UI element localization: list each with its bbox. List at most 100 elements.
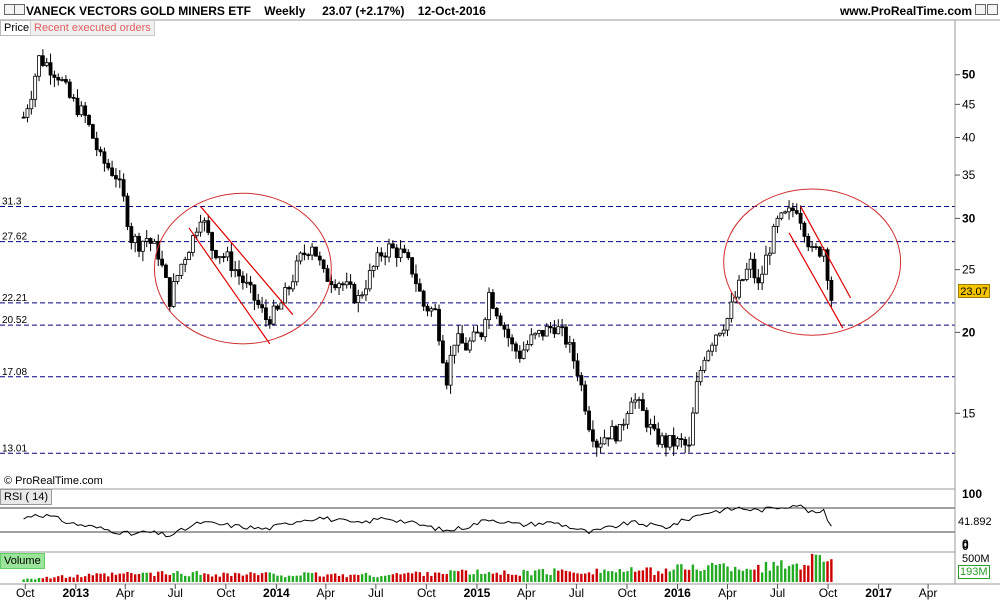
volume-pane-tag[interactable]: Volume bbox=[0, 553, 45, 569]
volume-bar bbox=[449, 570, 452, 582]
volume-bar bbox=[380, 576, 383, 582]
candle-body bbox=[244, 281, 249, 284]
x-tick-label: Oct bbox=[417, 586, 436, 600]
volume-bar bbox=[280, 575, 283, 582]
volume-bar bbox=[72, 577, 75, 582]
volume-bar bbox=[672, 569, 675, 582]
volume-bar bbox=[60, 575, 64, 582]
volume-bar bbox=[749, 569, 752, 582]
candle-body bbox=[814, 246, 818, 248]
close-icon[interactable] bbox=[987, 4, 998, 15]
x-tick-label: Apr bbox=[316, 586, 335, 600]
volume-bar bbox=[560, 569, 564, 582]
x-tick-label: Apr bbox=[919, 586, 938, 600]
candle-body bbox=[375, 252, 380, 267]
candle-body bbox=[83, 105, 88, 116]
candle-body bbox=[264, 307, 268, 321]
candle-body bbox=[206, 220, 211, 233]
candle-body bbox=[548, 325, 553, 329]
volume-bar bbox=[634, 571, 637, 582]
axes-layer: 15 20 25 30 35 40 45 50 Oct 2013 Apr Jul Oct 2014 Apr J… bbox=[0, 19, 1000, 600]
volume-bar bbox=[222, 572, 225, 582]
volume-bar bbox=[691, 564, 695, 582]
timeframe: Weekly bbox=[264, 4, 306, 18]
candle-body bbox=[56, 77, 61, 81]
site-url[interactable]: www.ProRealTime.com bbox=[840, 4, 972, 18]
volume-bar bbox=[568, 571, 572, 582]
candle-body bbox=[698, 370, 703, 383]
minimize-icon[interactable] bbox=[975, 4, 986, 15]
candle-body bbox=[52, 74, 57, 78]
volume-bar bbox=[776, 565, 779, 582]
price-y-tick-label: 15 bbox=[962, 406, 976, 420]
price-y-tick-label: 30 bbox=[962, 211, 976, 225]
candle-body bbox=[387, 243, 391, 258]
candle-body bbox=[594, 440, 599, 448]
volume-bar bbox=[784, 568, 787, 582]
price-y-tick-label: 40 bbox=[962, 130, 976, 144]
candle-body bbox=[467, 340, 472, 351]
candle-body bbox=[152, 240, 157, 244]
chart-root: 31.3 27.62 22.21 20.52 17.08 13.01 0 100 500M 0… bbox=[0, 0, 1000, 600]
chart-canvas: 31.3 27.62 22.21 20.52 17.08 13.01 0 100 500M0… bbox=[0, 19, 1000, 600]
candle-body bbox=[571, 342, 576, 362]
x-tick-label: Oct bbox=[618, 586, 637, 600]
x-tick-label: Jul bbox=[168, 586, 183, 600]
volume-bar bbox=[368, 575, 372, 582]
candle-body bbox=[498, 315, 503, 326]
volume-bar bbox=[503, 570, 506, 582]
candle-body bbox=[210, 232, 215, 251]
candle-body bbox=[433, 308, 438, 311]
volume-layer: 500M 0 bbox=[22, 537, 990, 582]
volume-bar bbox=[791, 564, 795, 582]
volume-bar bbox=[810, 553, 814, 582]
volume-bar bbox=[122, 573, 125, 582]
candle-body bbox=[752, 258, 757, 279]
volume-bar bbox=[291, 576, 295, 582]
x-tick-label: Apr bbox=[517, 586, 536, 600]
volume-bar bbox=[637, 570, 641, 582]
volume-bar bbox=[614, 572, 618, 582]
trend-line bbox=[800, 206, 852, 299]
volume-bar bbox=[303, 572, 306, 582]
volume-bar bbox=[199, 574, 202, 582]
rsi-pane-tag[interactable]: RSI ( 14) bbox=[0, 489, 53, 505]
rsi-layer: 0 100 bbox=[0, 487, 982, 553]
volume-bar bbox=[622, 571, 625, 582]
candle-body bbox=[271, 305, 276, 325]
volume-bar bbox=[780, 560, 783, 582]
volume-bar bbox=[514, 574, 518, 582]
candle-body bbox=[444, 362, 449, 386]
candle-body bbox=[740, 279, 745, 281]
collapse-icon[interactable] bbox=[14, 4, 25, 15]
candle-body bbox=[298, 252, 303, 262]
volume-bar bbox=[626, 571, 629, 582]
candle-body bbox=[64, 79, 68, 83]
volume-bar bbox=[799, 569, 802, 582]
candle-body bbox=[771, 226, 776, 254]
candle-body bbox=[202, 220, 207, 223]
candle-body bbox=[425, 305, 430, 312]
volume-bar bbox=[407, 572, 410, 582]
x-tick-label: Apr bbox=[116, 586, 135, 600]
orders-pane-tag[interactable]: Recent executed orders bbox=[30, 20, 155, 36]
volume-bar bbox=[57, 576, 60, 582]
candle-body bbox=[625, 413, 630, 425]
instrument-name: VANECK VECTORS GOLD MINERS ETF bbox=[26, 4, 251, 18]
volume-bar bbox=[703, 569, 706, 582]
candle-body bbox=[267, 319, 272, 325]
candle-body bbox=[533, 332, 538, 336]
price-pane-tag[interactable]: Price bbox=[0, 20, 34, 36]
volume-bar bbox=[668, 571, 672, 582]
volume-last-value: 193M bbox=[958, 565, 990, 579]
candle-body bbox=[748, 258, 753, 270]
volume-bar bbox=[299, 575, 302, 582]
candle-body bbox=[310, 246, 315, 256]
candle-body bbox=[29, 98, 34, 110]
candle-body bbox=[98, 149, 103, 153]
candle-body bbox=[483, 319, 488, 338]
candle-body bbox=[490, 292, 495, 309]
volume-bar bbox=[164, 574, 168, 582]
volume-bar bbox=[726, 566, 729, 582]
candle-body bbox=[617, 423, 622, 442]
